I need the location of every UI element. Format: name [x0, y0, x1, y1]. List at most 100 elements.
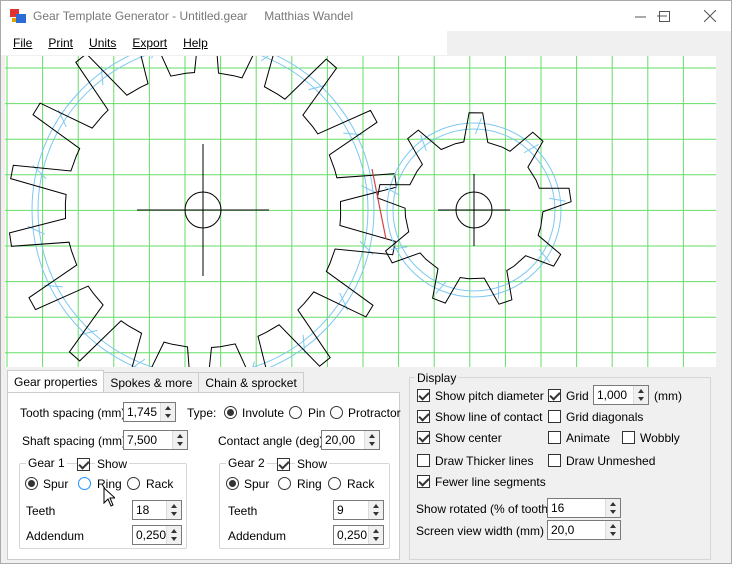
gear1-title: Gear 1: [26, 456, 67, 470]
gear2-ring-label: Ring: [297, 477, 322, 491]
gear1-show-checkbox[interactable]: [77, 458, 90, 471]
fewer-line-segments-checkbox[interactable]: [417, 475, 430, 488]
tab-gear-properties[interactable]: Gear properties: [7, 370, 105, 392]
menu-file[interactable]: File: [5, 31, 40, 55]
menu-print-label: Print: [48, 36, 74, 50]
wobbly-checkbox[interactable]: [622, 431, 635, 444]
grid-unit-label: (mm): [654, 389, 682, 403]
gear-app-icon: [10, 9, 26, 23]
gear-drawing-canvas[interactable]: [5, 56, 717, 367]
gear1-rack-label: Rack: [146, 477, 174, 491]
contact-angle-spinner[interactable]: [364, 431, 379, 449]
maximize-icon: [658, 10, 670, 22]
grid-size-value: 1,000: [597, 388, 628, 402]
gear2-group: Gear 2 Show Spur Ring Rack Teeth 9 Adden…: [219, 456, 390, 549]
screen-view-width-input[interactable]: 20,0: [547, 520, 621, 540]
grid-label: Grid: [566, 389, 589, 403]
draw-unmeshed-checkbox[interactable]: [548, 454, 561, 467]
draw-thicker-lines-checkbox[interactable]: [417, 454, 430, 467]
type-pin-label: Pin: [308, 406, 326, 420]
menu-units[interactable]: Units: [81, 31, 124, 55]
shaft-spacing-spinner[interactable]: [172, 431, 187, 449]
gear1-rack-radio[interactable]: [127, 477, 140, 490]
gear2-teeth-spinner[interactable]: [368, 501, 383, 519]
menu-help[interactable]: Help: [175, 31, 216, 55]
gear2-ring-radio[interactable]: [278, 477, 291, 490]
gear2-rack-radio[interactable]: [328, 477, 341, 490]
menu-export[interactable]: Export: [124, 31, 175, 55]
gear1-spur-radio[interactable]: [25, 477, 38, 490]
type-label: Type:: [187, 406, 217, 420]
type-involute-label: Involute: [242, 406, 285, 420]
draw-thicker-lines-label: Draw Thicker lines: [435, 454, 534, 468]
type-protractor-label: Protractor: [348, 406, 401, 420]
gear1-addendum-label: Addendum: [26, 529, 85, 543]
gear1-pitch-tick: [252, 361, 255, 367]
show-rotated-input[interactable]: 16: [547, 498, 621, 518]
contact-angle-input[interactable]: 20,00: [321, 430, 380, 450]
contact-angle-value: 20,00: [325, 433, 356, 447]
gear2-addendum-input[interactable]: 0,250: [333, 525, 384, 545]
window-title: Gear Template Generator - Untitled.gear …: [33, 9, 354, 23]
show-center-checkbox[interactable]: [417, 431, 430, 444]
gear2-teeth-value: 9: [337, 503, 344, 517]
gear1-pitch-tick: [151, 56, 153, 59]
tooth-spacing-value: 1,745: [127, 405, 158, 419]
shaft-spacing-input[interactable]: 7,500: [123, 430, 188, 450]
tooth-spacing-input[interactable]: 1,745: [123, 402, 176, 422]
gear2-pitch-tick: [549, 197, 566, 202]
animate-checkbox[interactable]: [548, 431, 561, 444]
gear1-teeth-value: 18: [136, 503, 150, 517]
show-rotated-spinner[interactable]: [605, 499, 620, 517]
grid-diagonals-label: Grid diagonals: [566, 410, 644, 424]
close-icon: [704, 10, 716, 22]
gear2-addendum-value: 0,250: [337, 528, 368, 542]
grid-checkbox[interactable]: [548, 389, 561, 402]
gear2-teeth-input[interactable]: 9: [333, 500, 384, 520]
tab-chain-sprocket[interactable]: Chain & sprocket: [198, 372, 304, 392]
menu-help-label: Help: [183, 36, 208, 50]
type-pin-radio[interactable]: [289, 406, 302, 419]
vertical-scrollbar[interactable]: [716, 56, 730, 367]
show-center-label: Show center: [435, 431, 502, 445]
mouse-cursor-icon: [103, 487, 115, 507]
gear1-addendum-spinner[interactable]: [166, 526, 181, 544]
grid-size-input[interactable]: 1,000: [593, 385, 649, 405]
close-button[interactable]: [687, 1, 732, 31]
menu-units-label: Units: [89, 36, 117, 50]
animate-label: Animate: [566, 431, 611, 445]
gear2-rack-label: Rack: [347, 477, 375, 491]
fewer-line-segments-label: Fewer line segments: [435, 475, 546, 489]
menu-print[interactable]: Print: [40, 31, 81, 55]
show-pitch-diameter-checkbox[interactable]: [417, 389, 430, 402]
gear2-show-label: Show: [295, 457, 330, 471]
tab-spokes[interactable]: Spokes & more: [103, 372, 200, 392]
gear2-pitch-tick: [390, 246, 408, 251]
screen-view-width-value: 20,0: [551, 523, 575, 537]
maximize-button[interactable]: [641, 1, 687, 31]
show-line-of-contact-checkbox[interactable]: [417, 410, 430, 423]
display-group: Display Show pitch diameter Show line of…: [409, 371, 711, 560]
wobbly-label: Wobbly: [640, 431, 680, 445]
gear-drawing: [5, 56, 717, 367]
gear1-teeth-spinner[interactable]: [166, 501, 181, 519]
gear1-ring-radio[interactable]: [78, 477, 91, 490]
gear2-show-checkbox[interactable]: [277, 458, 290, 471]
type-involute-radio[interactable]: [224, 406, 237, 419]
gear1-teeth-input[interactable]: 18: [132, 500, 182, 520]
gear1-show-label: Show: [95, 457, 130, 471]
gear2-teeth-label: Teeth: [228, 504, 258, 518]
grid-diagonals-checkbox[interactable]: [548, 410, 561, 423]
gear1-addendum-input[interactable]: 0,250: [132, 525, 182, 545]
tooth-spacing-spinner[interactable]: [160, 403, 175, 421]
gear1-teeth-label: Teeth: [26, 504, 56, 518]
screen-view-width-spinner[interactable]: [605, 521, 620, 539]
shaft-spacing-value: 7,500: [127, 433, 158, 447]
type-protractor-radio[interactable]: [330, 406, 343, 419]
gear-properties-panel: Tooth spacing (mm) 1,745 Type: Involute …: [7, 392, 401, 560]
grid-size-spinner[interactable]: [633, 386, 648, 404]
menu-file-label: File: [13, 36, 33, 50]
gear2-spur-radio[interactable]: [226, 477, 239, 490]
display-title: Display: [415, 371, 459, 385]
gear2-addendum-spinner[interactable]: [368, 526, 383, 544]
